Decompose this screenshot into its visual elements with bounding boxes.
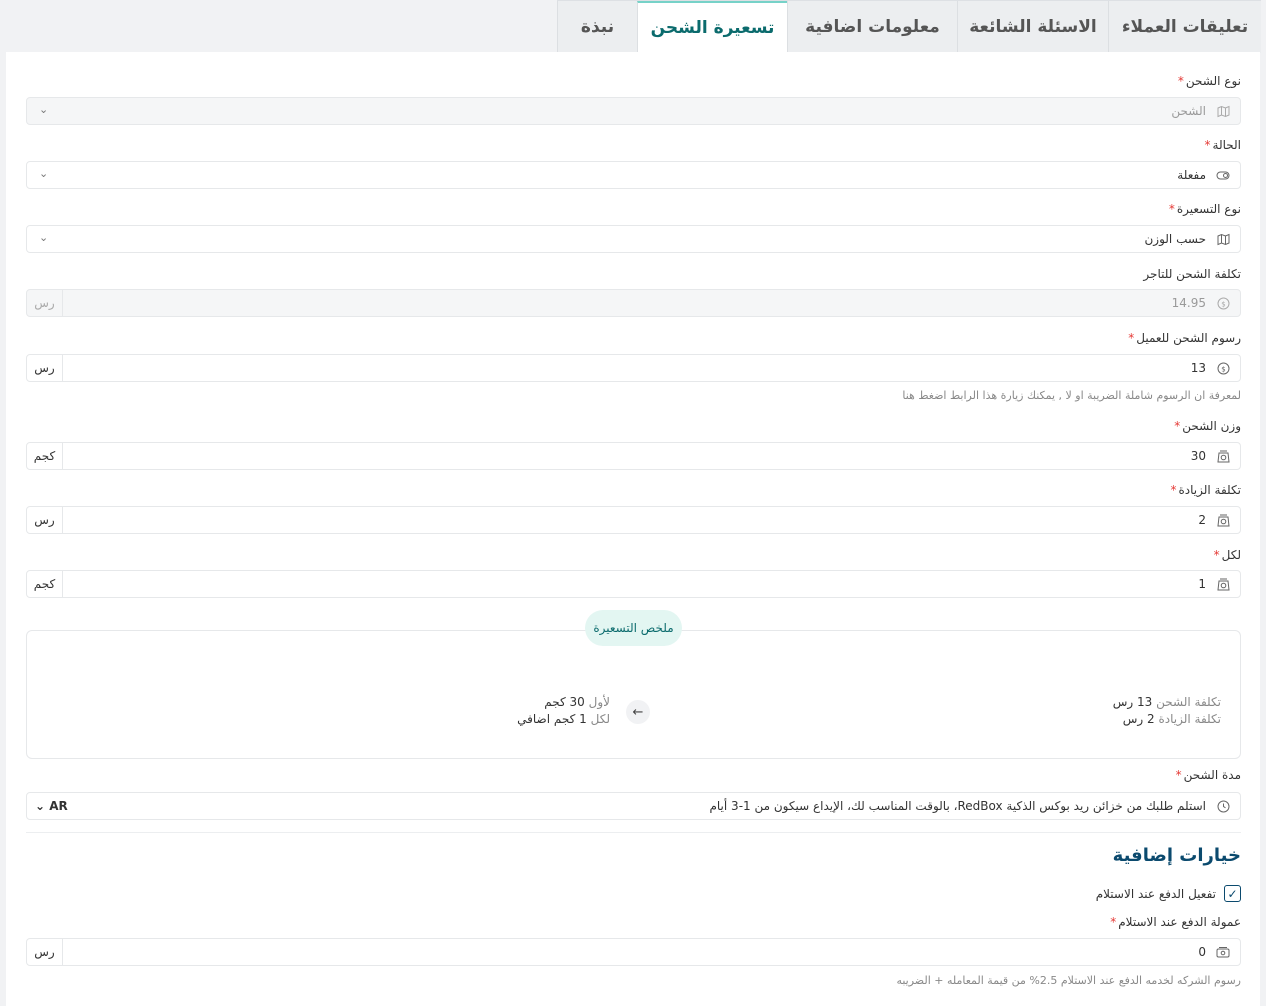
tax-info-hint[interactable]: لمعرفة ان الرسوم شاملة الضريبة او لا , ي…	[902, 389, 1241, 402]
weight-label: وزن الشحن*	[1174, 419, 1241, 433]
section-divider	[26, 832, 1241, 833]
weight-value: 30	[1190, 449, 1206, 463]
status-value: مفعلة	[1177, 168, 1206, 182]
per-input[interactable]: 1 كجم	[26, 570, 1241, 598]
shipping-type-value: الشحن	[1171, 104, 1206, 118]
scale-icon	[1217, 578, 1230, 591]
duration-select[interactable]: استلم طلبك من خزائن ريد بوكس الذكية RedB…	[26, 792, 1241, 820]
language-selector[interactable]: AR ⌄	[35, 799, 68, 813]
tab-faq[interactable]: الاسئلة الشائعة	[957, 1, 1108, 53]
merchant-cost-value: 14.95	[1171, 296, 1206, 310]
coin-icon: $	[1217, 297, 1230, 310]
tab-additional-info[interactable]: معلومات اضافية	[787, 1, 957, 53]
status-select[interactable]: مفعلة ⌄	[26, 161, 1241, 189]
shipping-pricing-panel: نوع الشحن* الشحن ⌄ الحالة* مفعلة ⌄ نوع ا…	[6, 52, 1260, 1006]
merchant-cost-field: $ 14.95 رس	[26, 289, 1241, 317]
scale-icon	[1217, 450, 1230, 463]
status-label: الحالة*	[1204, 138, 1241, 152]
svg-text:$: $	[1221, 300, 1225, 308]
currency-unit: رس	[27, 355, 63, 381]
chevron-down-icon: ⌄	[39, 231, 49, 244]
weight-input[interactable]: 30 كجم	[26, 442, 1241, 470]
scale-icon	[1217, 514, 1230, 527]
chevron-down-icon: ⌄	[39, 167, 49, 180]
map-icon	[1217, 233, 1230, 246]
cod-commission-input[interactable]: 0 رس	[26, 938, 1241, 966]
extra-cost-input[interactable]: 2 رس	[26, 506, 1241, 534]
extra-cost-label: تكلفة الزيادة*	[1170, 483, 1242, 497]
weight-unit: كجم	[27, 571, 63, 597]
pricing-type-label: نوع التسعيرة*	[1168, 202, 1241, 216]
currency-unit: رس	[27, 939, 63, 965]
pricing-type-select[interactable]: حسب الوزن ⌄	[26, 225, 1241, 253]
pricing-type-value: حسب الوزن	[1144, 232, 1206, 246]
customer-fee-label: رسوم الشحن للعميل*	[1128, 331, 1241, 345]
shipping-type-select[interactable]: الشحن ⌄	[26, 97, 1241, 125]
summary-per-weight: لكل 1 كجم اضافي	[517, 712, 610, 726]
page: تعليقات العملاء الاسئلة الشائعة معلومات …	[0, 0, 1266, 1006]
summary-first-weight: لأول 30 كجم	[544, 695, 610, 709]
coin-icon: $	[1217, 362, 1230, 375]
tab-bar: تعليقات العملاء الاسئلة الشائعة معلومات …	[557, 0, 1261, 53]
cod-checkbox[interactable]: ✓	[1224, 885, 1241, 902]
customer-fee-input[interactable]: $ 13 رس	[26, 354, 1241, 382]
extra-cost-value: 2	[1198, 513, 1206, 527]
tab-overview[interactable]: نبذة	[557, 1, 637, 53]
tab-customer-reviews[interactable]: تعليقات العملاء	[1108, 1, 1261, 53]
svg-text:$: $	[1221, 365, 1225, 373]
currency-unit: رس	[27, 507, 63, 533]
per-label: لكل*	[1213, 548, 1241, 562]
cod-commission-hint: رسوم الشركه لخدمه الدفع عند الاستلام 2.5…	[896, 974, 1241, 987]
arrow-left-icon: ←	[626, 700, 650, 724]
customer-fee-value: 13	[1190, 361, 1206, 375]
per-value: 1	[1198, 577, 1206, 591]
currency-unit: رس	[27, 290, 63, 316]
duration-value: استلم طلبك من خزائن ريد بوكس الذكية RedB…	[709, 799, 1206, 813]
tab-shipping-pricing[interactable]: تسعيرة الشحن	[637, 1, 787, 53]
merchant-cost-label: تكلفة الشحن للتاجر	[1143, 267, 1241, 281]
cod-commission-label: عمولة الدفع عند الاستلام*	[1110, 915, 1241, 929]
shipping-type-label: نوع الشحن*	[1177, 74, 1241, 88]
cod-checkbox-label[interactable]: تفعيل الدفع عند الاستلام	[1096, 887, 1216, 901]
weight-unit: كجم	[27, 443, 63, 469]
summary-extra-cost: تكلفة الزيادة 2 رس	[1122, 712, 1221, 726]
clock-icon	[1217, 800, 1230, 813]
pricing-summary-badge: ملخص التسعيرة	[585, 610, 682, 646]
duration-label: مدة الشحن*	[1175, 768, 1241, 782]
cash-icon	[1216, 946, 1230, 959]
pricing-summary-box	[26, 630, 1241, 759]
map-icon	[1217, 105, 1230, 118]
chevron-down-icon: ⌄	[39, 103, 49, 116]
summary-shipping-cost: تكلفة الشحن 13 رس	[1112, 695, 1221, 709]
toggle-icon	[1216, 169, 1230, 182]
extra-options-title: خيارات إضافية	[1112, 845, 1241, 866]
cod-commission-value: 0	[1198, 945, 1206, 959]
